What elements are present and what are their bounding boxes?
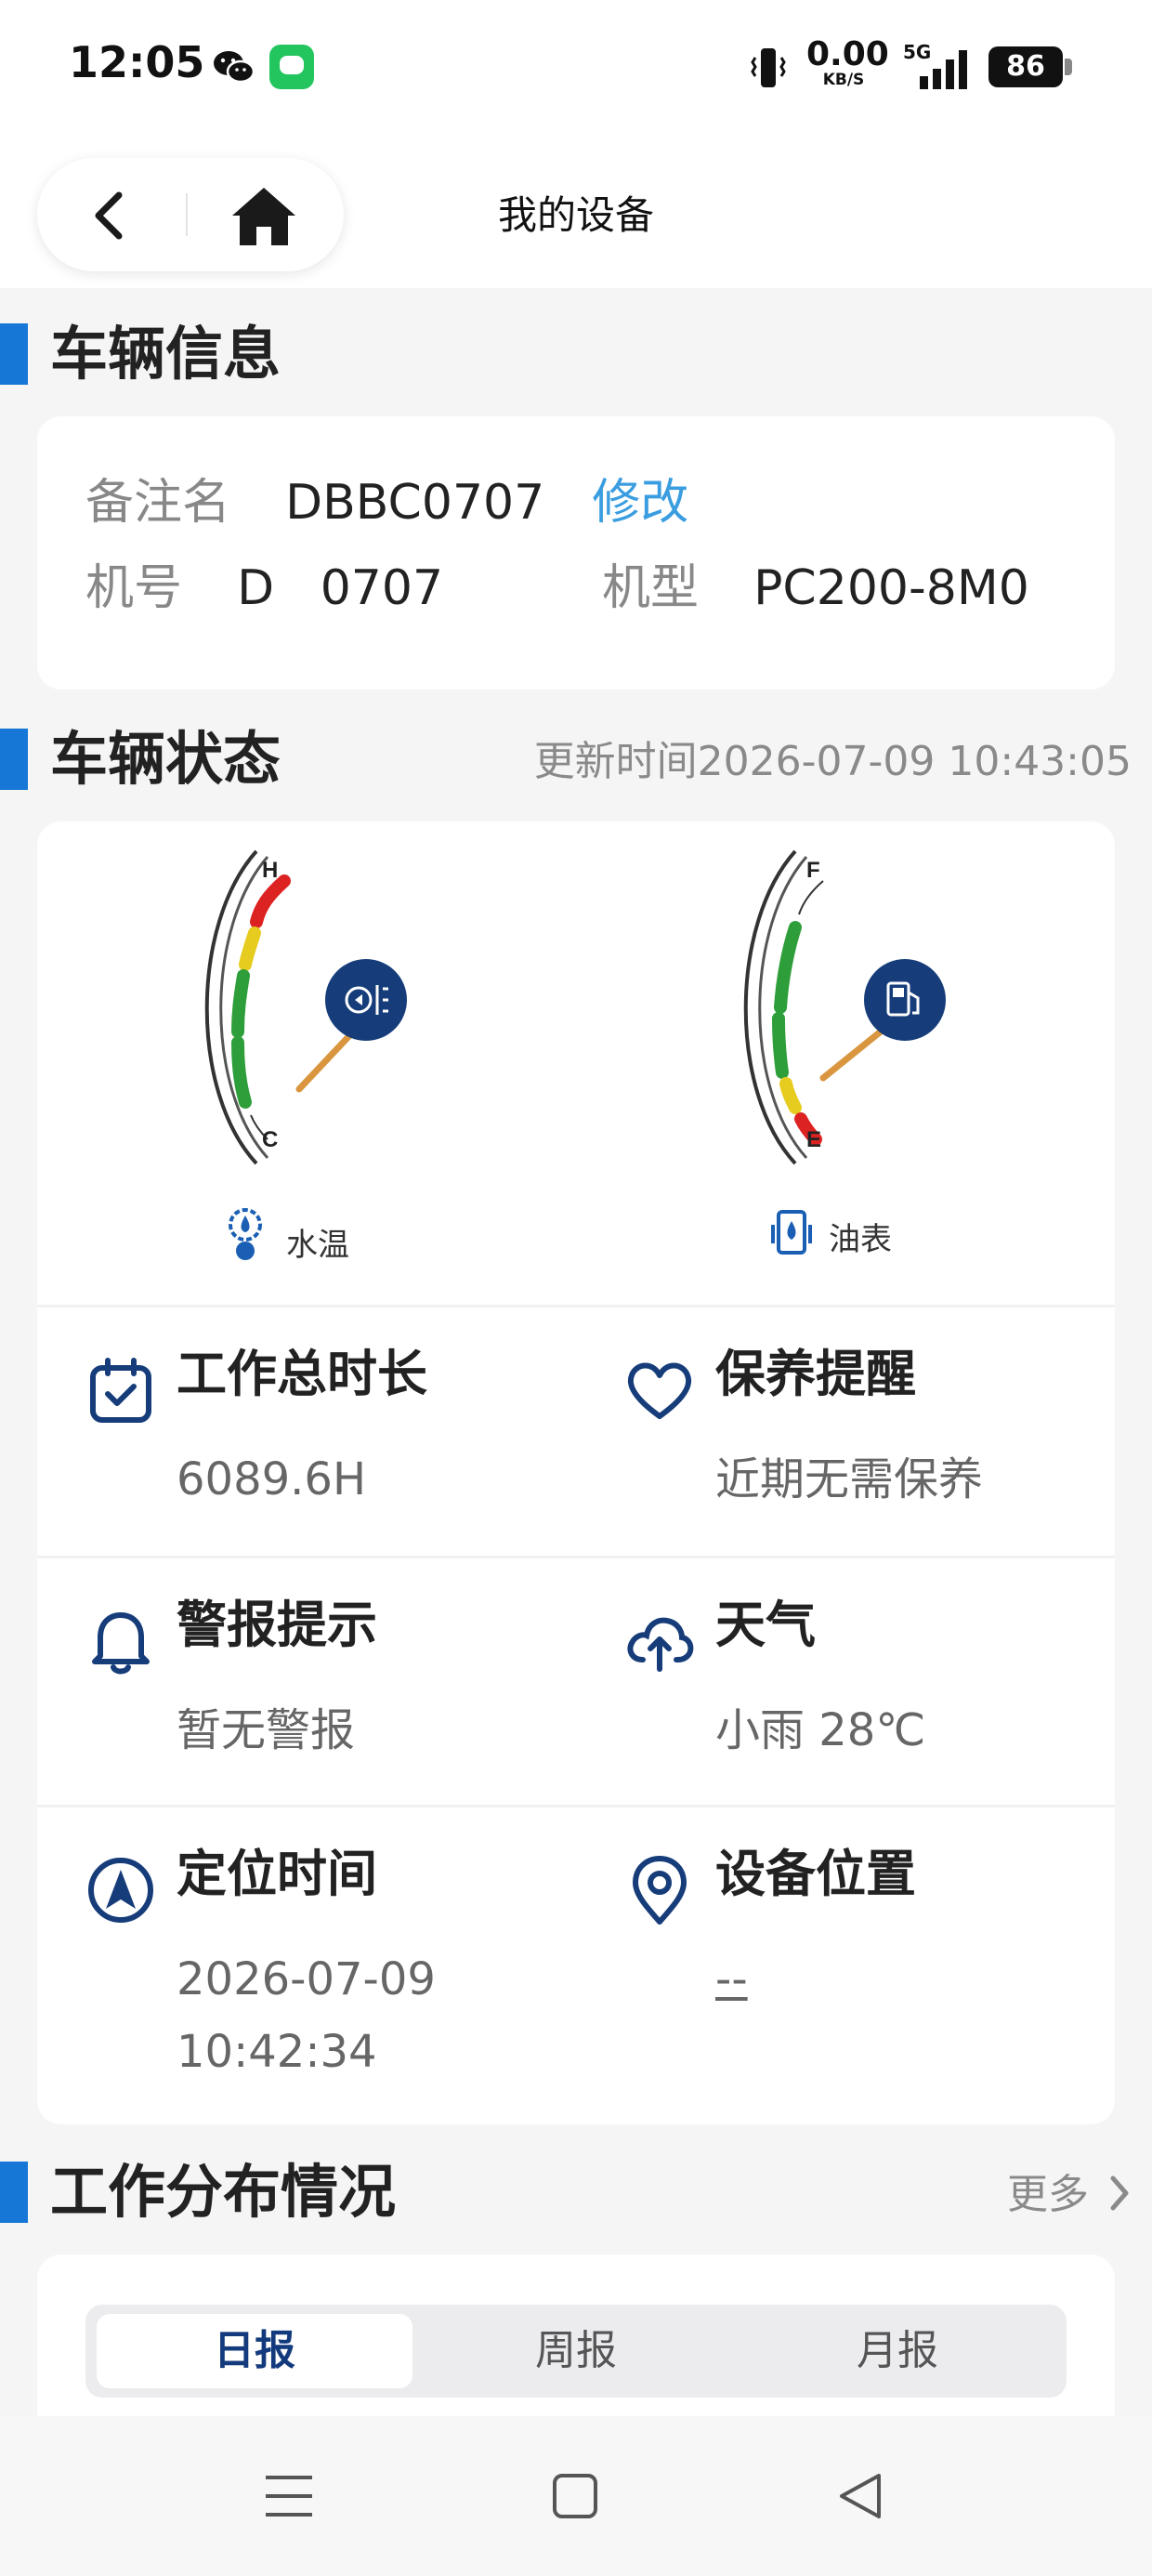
fuel-badge-icon	[864, 959, 946, 1041]
navigation-arrow-icon	[88, 1858, 153, 1923]
section-accent-bar	[0, 323, 28, 385]
model-label: 机型	[602, 560, 700, 616]
alarm-title: 警报提示	[177, 1596, 377, 1654]
device-location-value[interactable]: --	[715, 1944, 748, 2015]
section-title: 车辆状态	[50, 725, 281, 793]
water-temperature-icon	[229, 1208, 262, 1260]
weather-title: 天气	[715, 1596, 816, 1654]
remark-label: 备注名	[85, 475, 231, 531]
gauge-empty-mark: E	[806, 1127, 821, 1152]
location-pin-icon	[633, 1856, 687, 1925]
weather-cell: 天气 小雨 28℃	[576, 1557, 1115, 1805]
status-bar: 12:05 0.00 KB/S 5G 86	[0, 0, 1152, 139]
water-temp-badge-icon	[325, 959, 407, 1041]
alarm-cell: 警报提示 暂无警报	[37, 1557, 576, 1805]
report-tabs: 日报 周报 月报	[85, 2305, 1067, 2398]
cloud-upload-icon	[627, 1617, 694, 1672]
nav-bar: 我的设备	[0, 139, 1152, 288]
machine-no-value: D 0707	[237, 560, 444, 616]
location-time-clock: 10:42:34	[177, 2026, 377, 2078]
edit-remark-link[interactable]: 修改	[592, 475, 688, 531]
battery-indicator: 86	[988, 46, 1072, 87]
weather-value: 小雨 28℃	[715, 1704, 926, 1756]
more-label: 更多	[1007, 2171, 1089, 2218]
signal-icon: 5G	[903, 41, 972, 89]
work-hours-title: 工作总时长	[177, 1345, 427, 1403]
tab-daily[interactable]: 日报	[97, 2314, 412, 2388]
gauge-needle	[819, 1028, 884, 1082]
network-speed-value: 0.00	[806, 35, 889, 73]
section-title: 车辆信息	[50, 320, 281, 388]
work-hours-cell: 工作总时长 6089.6H	[37, 1307, 576, 1556]
bell-icon	[92, 1612, 150, 1675]
water-temperature-gauge: H C	[204, 849, 407, 1165]
section-accent-bar	[0, 2162, 28, 2223]
machine-no-label: 机号	[85, 560, 183, 616]
back-triangle-icon[interactable]	[829, 2466, 894, 2526]
network-speed: 0.00 KB/S	[806, 35, 889, 90]
maintenance-value: 近期无需保养	[715, 1453, 984, 1505]
vibrate-icon	[751, 48, 786, 87]
alarm-value: 暂无警报	[177, 1704, 356, 1756]
section-vehicle-status: 车辆状态 更新时间2026-07-09 10:43:05	[0, 719, 1152, 794]
section-accent-bar	[0, 729, 28, 790]
battery-level: 86	[988, 46, 1063, 87]
gauge-high-mark: H	[262, 858, 278, 883]
calendar-check-icon	[90, 1358, 151, 1423]
menu-icon[interactable]	[256, 2466, 321, 2526]
update-time: 更新时间2026-07-09 10:43:05	[533, 738, 1132, 785]
remark-row: 备注名 DBBC0707 修改	[85, 472, 688, 533]
location-time-title: 定位时间	[177, 1845, 377, 1903]
home-square-icon[interactable]	[543, 2466, 608, 2526]
wechat-icon	[214, 51, 255, 84]
tab-weekly[interactable]: 周报	[418, 2314, 734, 2388]
device-location-title: 设备位置	[715, 1845, 916, 1903]
fuel-icon	[771, 1210, 812, 1255]
section-vehicle-info: 车辆信息	[0, 314, 1152, 388]
tab-monthly[interactable]: 月报	[740, 2314, 1055, 2388]
gauge-low-mark: C	[262, 1127, 278, 1152]
remark-value: DBBC0707	[285, 475, 545, 531]
page-title: 我的设备	[497, 192, 654, 238]
status-time: 12:05	[69, 37, 205, 87]
messages-icon	[269, 45, 314, 89]
machine-no-row: 机号 D 0707	[85, 558, 443, 619]
fuel-gauge: F E	[743, 849, 946, 1165]
chevron-right-icon	[1110, 2175, 1129, 2211]
maintenance-title: 保养提醒	[715, 1345, 916, 1403]
system-navigation-bar	[0, 2416, 1152, 2576]
section-title: 工作分布情况	[50, 2158, 397, 2226]
vehicle-info-card: 备注名 DBBC0707 修改 机号 D 0707 机型 PC200-8M0	[37, 416, 1115, 690]
heart-icon	[627, 1362, 692, 1419]
water-temperature-label: 水温	[286, 1227, 349, 1264]
device-location-cell[interactable]: 设备位置 --	[576, 1807, 1115, 2113]
location-time-date: 2026-07-09	[177, 1953, 436, 2005]
maintenance-cell: 保养提醒 近期无需保养	[576, 1307, 1115, 1556]
location-time-cell: 定位时间 2026-07-09 10:42:34	[37, 1807, 576, 2113]
gauge-full-mark: F	[806, 858, 820, 883]
section-work-distribution: 工作分布情况 更多	[0, 2152, 1152, 2227]
more-link[interactable]: 更多	[1007, 2169, 1132, 2221]
network-speed-unit: KB/S	[822, 71, 865, 89]
model-value: PC200-8M0	[753, 560, 1029, 616]
work-hours-value: 6089.6H	[177, 1453, 367, 1505]
model-row: 机型 PC200-8M0	[602, 558, 1029, 619]
fuel-label: 油表	[829, 1221, 892, 1258]
